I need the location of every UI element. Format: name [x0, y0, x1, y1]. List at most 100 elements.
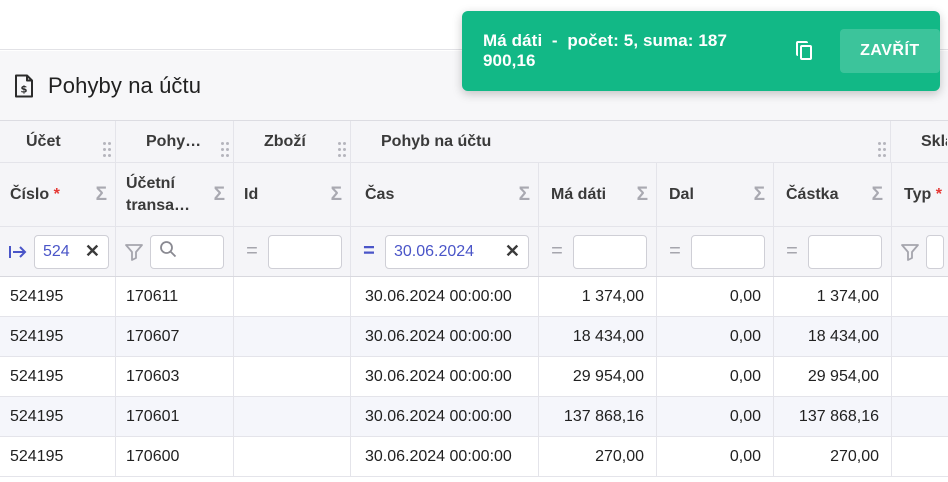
sum-toast: Má dáti - počet: 5, suma: 187 900,16 ZAV… — [462, 11, 940, 91]
filter-cell-cas: = 30.06.2024 ✕ — [351, 227, 539, 276]
cell-cas: 30.06.2024 00:00:00 — [351, 357, 539, 396]
drag-grip-icon[interactable] — [103, 142, 113, 158]
cell-id — [234, 397, 351, 436]
cell-cislo: 524195 — [0, 357, 116, 396]
copy-icon[interactable] — [795, 41, 814, 61]
ma-dati-filter-input[interactable] — [573, 234, 647, 269]
group-label: Skla — [921, 132, 947, 150]
arrow-right-bar-icon[interactable] — [6, 244, 30, 260]
svg-text:$: $ — [21, 84, 28, 95]
column-header-cas[interactable]: Čas Σ — [351, 163, 539, 226]
cell-cislo: 524195 — [0, 277, 116, 316]
cell-typ — [892, 437, 948, 476]
cell-dal: 0,00 — [657, 277, 774, 316]
filter-cell-id: = — [234, 227, 351, 276]
cell-cislo: 524195 — [0, 437, 116, 476]
equals-icon[interactable]: = — [663, 240, 687, 263]
cell-transakce: 170611 — [116, 277, 234, 316]
column-header-castka[interactable]: Částka Σ — [774, 163, 892, 226]
group-header-ucet[interactable]: Účet — [0, 121, 116, 162]
sigma-icon[interactable]: Σ — [519, 184, 530, 206]
cell-cas: 30.06.2024 00:00:00 — [351, 397, 539, 436]
equals-icon[interactable]: = — [780, 240, 804, 263]
table-row[interactable]: 524195 170603 30.06.2024 00:00:00 29 954… — [0, 357, 948, 397]
cell-transakce: 170601 — [116, 397, 234, 436]
cell-ma-dati: 18 434,00 — [539, 317, 657, 356]
cell-castka: 29 954,00 — [774, 357, 892, 396]
close-toast-button[interactable]: ZAVŘÍT — [839, 29, 940, 73]
id-filter-input[interactable] — [268, 234, 342, 269]
equals-icon[interactable]: = — [240, 240, 264, 263]
cell-castka: 137 868,16 — [774, 397, 892, 436]
data-grid: Účet Pohy… Zboží Pohyb na účtu Skla Čísl… — [0, 120, 948, 477]
sigma-icon[interactable]: Σ — [637, 184, 648, 206]
equals-icon[interactable]: = — [357, 240, 381, 263]
cell-ma-dati: 270,00 — [539, 437, 657, 476]
table-row[interactable]: 524195 170607 30.06.2024 00:00:00 18 434… — [0, 317, 948, 357]
cell-ma-dati: 137 868,16 — [539, 397, 657, 436]
group-label: Účet — [26, 132, 61, 150]
drag-grip-icon[interactable] — [221, 142, 231, 158]
cell-typ — [892, 317, 948, 356]
page-title: Pohyby na účtu — [48, 72, 202, 98]
sigma-icon[interactable]: Σ — [331, 184, 342, 206]
sigma-icon[interactable]: Σ — [214, 184, 225, 206]
group-label: Zboží — [264, 132, 306, 150]
filter-cell-transakce — [116, 227, 234, 276]
column-header-ma-dati[interactable]: Má dáti Σ — [539, 163, 657, 226]
close-icon[interactable]: ✕ — [505, 241, 520, 262]
close-icon[interactable]: ✕ — [85, 241, 100, 262]
sigma-icon[interactable]: Σ — [96, 184, 107, 206]
column-header-cislo[interactable]: Číslo * Σ — [0, 163, 116, 226]
cell-id — [234, 317, 351, 356]
sigma-icon[interactable]: Σ — [872, 184, 883, 206]
cislo-filter-input[interactable]: 524 ✕ — [34, 234, 109, 269]
cell-cas: 30.06.2024 00:00:00 — [351, 317, 539, 356]
filter-cell-dal: = — [657, 227, 774, 276]
dal-filter-input[interactable] — [691, 234, 765, 269]
table-row[interactable]: 524195 170601 30.06.2024 00:00:00 137 86… — [0, 397, 948, 437]
cell-dal: 0,00 — [657, 357, 774, 396]
table-row[interactable]: 524195 170611 30.06.2024 00:00:00 1 374,… — [0, 277, 948, 317]
column-header-row: Číslo * Σ Účetní transa… Σ Id Σ Čas Σ Má … — [0, 163, 948, 227]
cell-transakce: 170600 — [116, 437, 234, 476]
cell-castka: 270,00 — [774, 437, 892, 476]
cell-cislo: 524195 — [0, 317, 116, 356]
filter-icon[interactable] — [122, 242, 146, 262]
typ-filter-input[interactable] — [926, 234, 944, 269]
cell-id — [234, 437, 351, 476]
cell-transakce: 170603 — [116, 357, 234, 396]
column-header-typ[interactable]: Typ * — [892, 163, 948, 226]
cell-dal: 0,00 — [657, 437, 774, 476]
filter-icon[interactable] — [898, 242, 922, 262]
cell-castka: 1 374,00 — [774, 277, 892, 316]
cell-cislo: 524195 — [0, 397, 116, 436]
group-header-pohyb[interactable]: Pohy… — [116, 121, 234, 162]
column-header-id[interactable]: Id Σ — [234, 163, 351, 226]
cas-filter-input[interactable]: 30.06.2024 ✕ — [385, 234, 529, 269]
column-header-dal[interactable]: Dal Σ — [657, 163, 774, 226]
equals-icon[interactable]: = — [545, 240, 569, 263]
cell-id — [234, 357, 351, 396]
cell-dal: 0,00 — [657, 397, 774, 436]
group-header-sklad[interactable]: Skla — [891, 121, 947, 162]
toast-message: Má dáti - počet: 5, suma: 187 900,16 — [483, 31, 728, 70]
drag-grip-icon[interactable] — [338, 142, 348, 158]
group-header-row: Účet Pohy… Zboží Pohyb na účtu Skla — [0, 121, 948, 163]
sigma-icon[interactable]: Σ — [754, 184, 765, 206]
group-label: Pohyb na účtu — [381, 132, 492, 150]
drag-grip-icon[interactable] — [878, 142, 888, 158]
cell-transakce: 170607 — [116, 317, 234, 356]
filter-cell-ma-dati: = — [539, 227, 657, 276]
column-header-ucetni-transakce[interactable]: Účetní transa… Σ — [116, 163, 234, 226]
cell-cas: 30.06.2024 00:00:00 — [351, 437, 539, 476]
filter-cell-typ — [892, 227, 948, 276]
group-header-pohyb-na-uctu[interactable]: Pohyb na účtu — [351, 121, 891, 162]
castka-filter-input[interactable] — [808, 234, 882, 269]
transakce-filter-input[interactable] — [150, 234, 224, 269]
table-row[interactable]: 524195 170600 30.06.2024 00:00:00 270,00… — [0, 437, 948, 477]
cell-cas: 30.06.2024 00:00:00 — [351, 277, 539, 316]
group-header-zbozi[interactable]: Zboží — [234, 121, 351, 162]
cell-ma-dati: 1 374,00 — [539, 277, 657, 316]
cell-ma-dati: 29 954,00 — [539, 357, 657, 396]
